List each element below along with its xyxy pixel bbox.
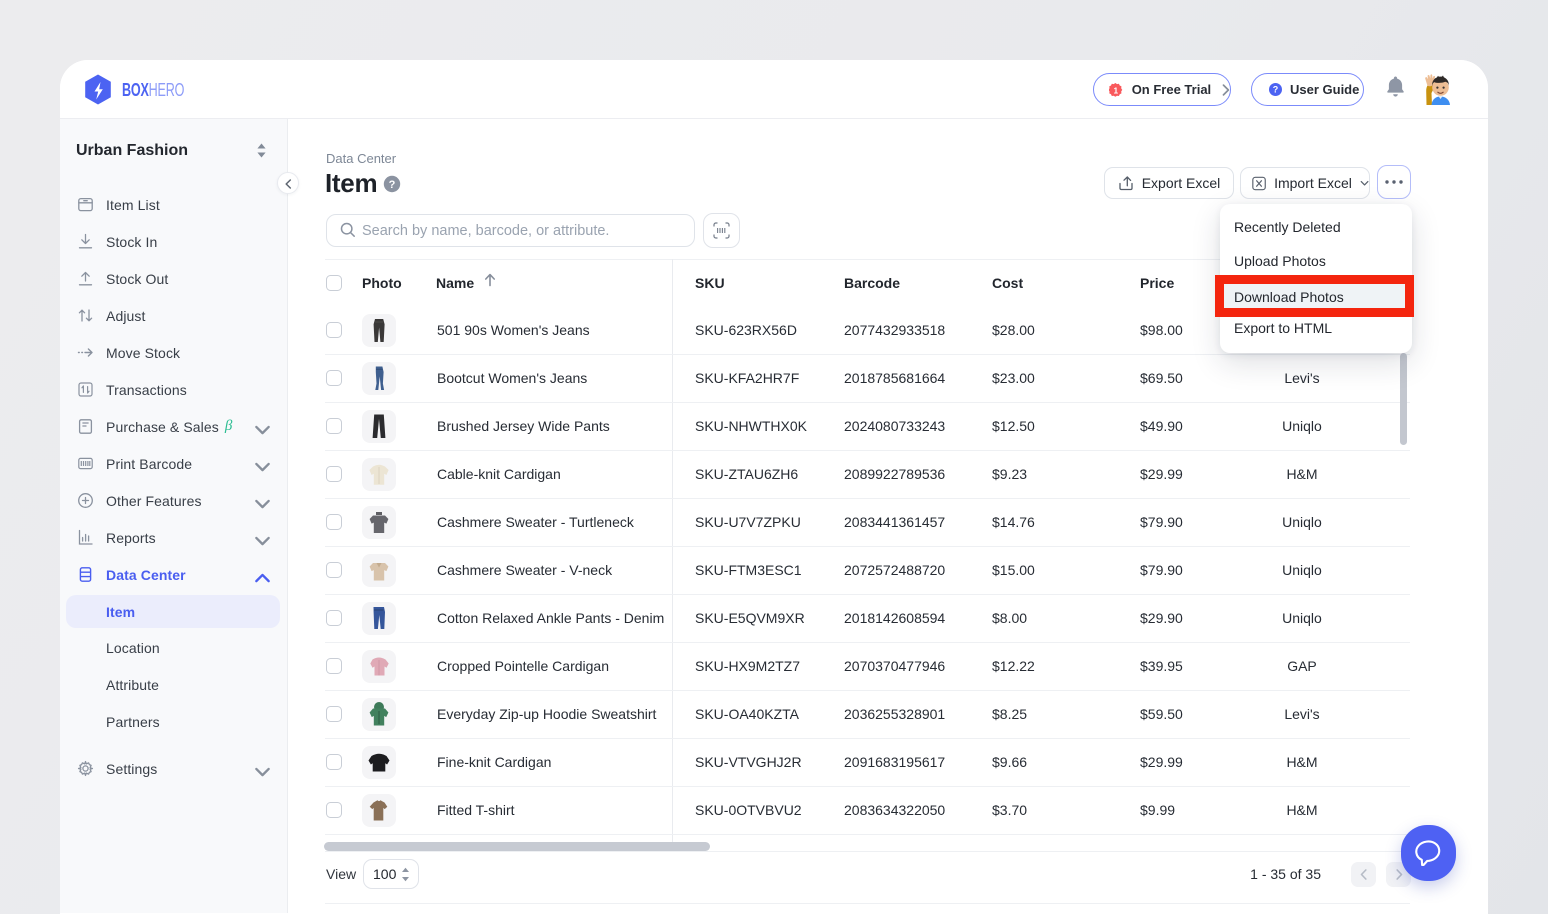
- svg-text:?: ?: [1273, 85, 1279, 95]
- svg-text:1: 1: [1114, 85, 1119, 95]
- svg-text:?: ?: [389, 179, 396, 191]
